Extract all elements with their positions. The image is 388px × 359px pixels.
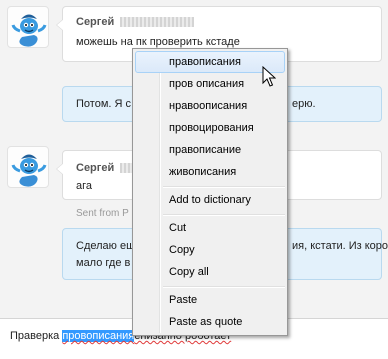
menu-cut[interactable]: Cut [135, 217, 285, 239]
input-selected-word: провописания [62, 330, 135, 342]
message-sender: Сергей [76, 16, 115, 28]
menu-separator [163, 286, 285, 288]
menu-suggestion[interactable]: живописания [135, 161, 285, 183]
menu-separator [163, 186, 285, 188]
mouse-pointer-icon [262, 66, 276, 87]
message-text-line: Сделаю ещ [76, 240, 136, 252]
input-text-before: Праверка [10, 330, 63, 342]
menu-paste[interactable]: Paste [135, 289, 285, 311]
genie-avatar-icon [11, 14, 47, 47]
menu-paste-as-quote[interactable]: Paste as quote [135, 311, 285, 333]
menu-suggestion[interactable]: нравоописания [135, 95, 285, 117]
menu-suggestion[interactable]: правописание [135, 139, 285, 161]
message-text: ага [76, 180, 93, 192]
genie-avatar-icon [11, 154, 47, 187]
message-text-line: мало где в [76, 257, 131, 269]
menu-copy-all[interactable]: Copy all [135, 261, 285, 283]
menu-suggestion[interactable]: провоцирования [135, 117, 285, 139]
message-text: Потом. Я с [76, 98, 131, 110]
menu-add-to-dictionary[interactable]: Add to dictionary [135, 189, 285, 211]
sender-avatar[interactable] [7, 6, 49, 48]
message-text-tail: ерю. [292, 98, 316, 110]
message-sender: Сергей [76, 162, 115, 174]
message-text: можешь на пк проверить кстаде [76, 36, 240, 48]
redacted-surname [120, 17, 194, 27]
message-text-tail: ия, кстати. Из коро [292, 240, 388, 252]
message-meta: Sent from P [76, 208, 129, 219]
menu-separator [163, 214, 285, 216]
spellcheck-context-menu: правописания пров описания нравоописания… [132, 48, 288, 336]
sender-avatar[interactable] [7, 146, 49, 188]
menu-copy[interactable]: Copy [135, 239, 285, 261]
